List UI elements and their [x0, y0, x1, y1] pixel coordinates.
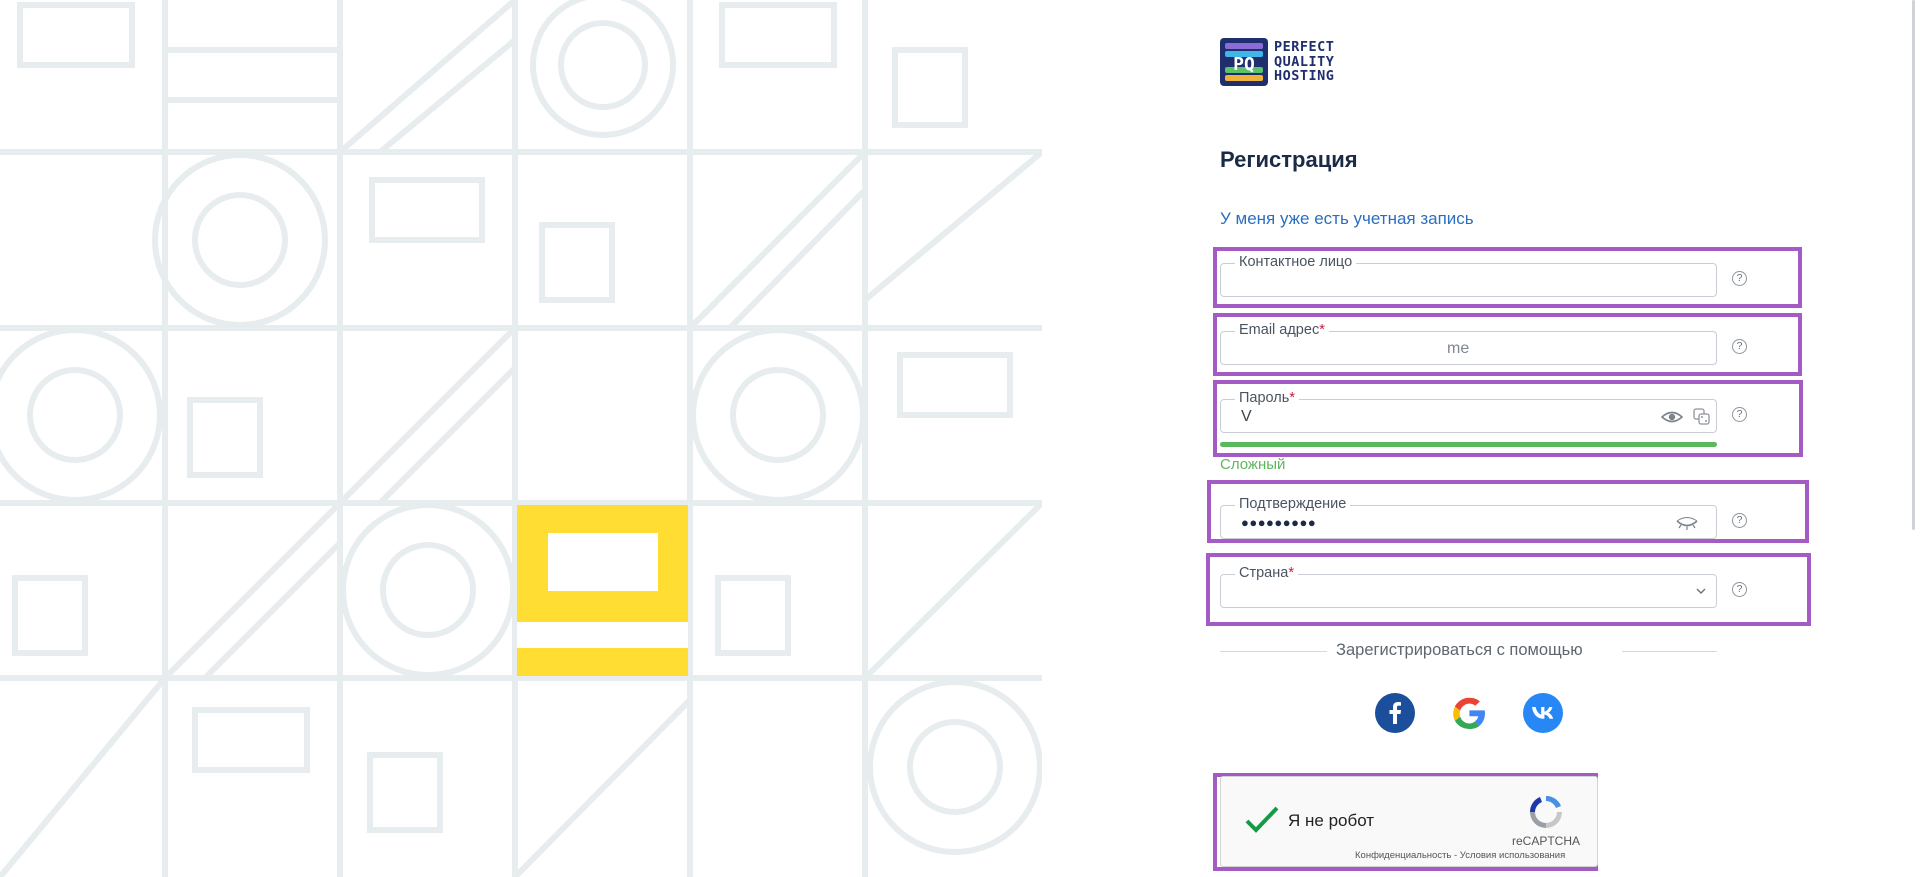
- captcha-label: Я не робот: [1288, 811, 1375, 830]
- google-signup-button[interactable]: [1449, 693, 1489, 733]
- page-title: Регистрация: [1220, 147, 1358, 172]
- password-label: Пароль*: [1235, 390, 1299, 406]
- email-input[interactable]: Email адрес* me: [1220, 322, 1717, 365]
- logo-line-3: HOSTING: [1274, 68, 1335, 85]
- recaptcha-widget: Я не робот reCAPTCHA Конфиденциальность …: [1220, 776, 1598, 867]
- divider-right: [1622, 651, 1717, 652]
- password-value: V: [1241, 408, 1252, 425]
- scrollbar[interactable]: [1912, 0, 1915, 530]
- logo-line-2: QUALITY: [1274, 53, 1335, 70]
- logo-line-1: PERFECT: [1274, 39, 1335, 56]
- generate-password-dice-icon[interactable]: [1691, 408, 1713, 426]
- confirm-help-icon[interactable]: ?: [1732, 513, 1747, 528]
- google-icon: [1453, 697, 1485, 729]
- email-help-icon[interactable]: ?: [1732, 339, 1747, 354]
- password-strength-bar: [1220, 442, 1717, 447]
- show-password-eye-icon[interactable]: [1661, 408, 1683, 426]
- recaptcha-brand: reCAPTCHA: [1512, 834, 1581, 848]
- password-confirm-value: ●●●●●●●●●: [1241, 515, 1317, 530]
- recaptcha-logo-icon: [1529, 795, 1562, 828]
- registration-panel: PQ PERFECT QUALITY HOSTING Регистрация У…: [1042, 0, 1920, 877]
- facebook-icon: [1389, 702, 1401, 724]
- pq-logo-mark-icon: PQ: [1220, 38, 1268, 86]
- chevron-down-icon: [1696, 588, 1706, 594]
- show-confirm-closed-eye-icon[interactable]: [1676, 514, 1698, 532]
- contact-person-label: Контактное лицо: [1235, 254, 1357, 270]
- password-help-icon[interactable]: ?: [1732, 407, 1747, 422]
- country-select[interactable]: Страна*: [1220, 565, 1717, 608]
- vk-icon: [1532, 707, 1554, 719]
- company-logo[interactable]: PQ PERFECT QUALITY HOSTING: [1219, 37, 1334, 87]
- divider-left: [1220, 651, 1327, 652]
- contact-help-icon[interactable]: ?: [1732, 271, 1747, 286]
- existing-account-link[interactable]: У меня уже есть учетная запись: [1220, 209, 1474, 229]
- logo-wordmark: PERFECT QUALITY HOSTING: [1274, 40, 1334, 84]
- vk-signup-button[interactable]: [1523, 693, 1563, 733]
- password-strength-label: Сложный: [1220, 456, 1286, 473]
- country-help-icon[interactable]: ?: [1732, 582, 1747, 597]
- decorative-pattern: [0, 0, 1042, 877]
- email-value: me: [1447, 340, 1470, 357]
- contact-person-input[interactable]: Контактное лицо: [1220, 254, 1717, 297]
- captcha-checkmark-icon[interactable]: [1244, 805, 1280, 835]
- password-confirm-input[interactable]: Подтверждение ●●●●●●●●●: [1220, 496, 1717, 539]
- social-signup-label: Зарегистрироваться с помощью: [1336, 641, 1583, 659]
- email-label: Email адрес*: [1235, 322, 1329, 338]
- svg-text:PQ: PQ: [1233, 54, 1255, 75]
- geometric-background: [0, 0, 1042, 877]
- password-confirm-label: Подтверждение: [1235, 496, 1351, 512]
- recaptcha-terms-links[interactable]: Конфиденциальность - Условия использован…: [1355, 850, 1565, 861]
- password-input[interactable]: Пароль* V: [1220, 390, 1717, 433]
- facebook-signup-button[interactable]: [1375, 693, 1415, 733]
- country-label: Страна*: [1235, 565, 1298, 581]
